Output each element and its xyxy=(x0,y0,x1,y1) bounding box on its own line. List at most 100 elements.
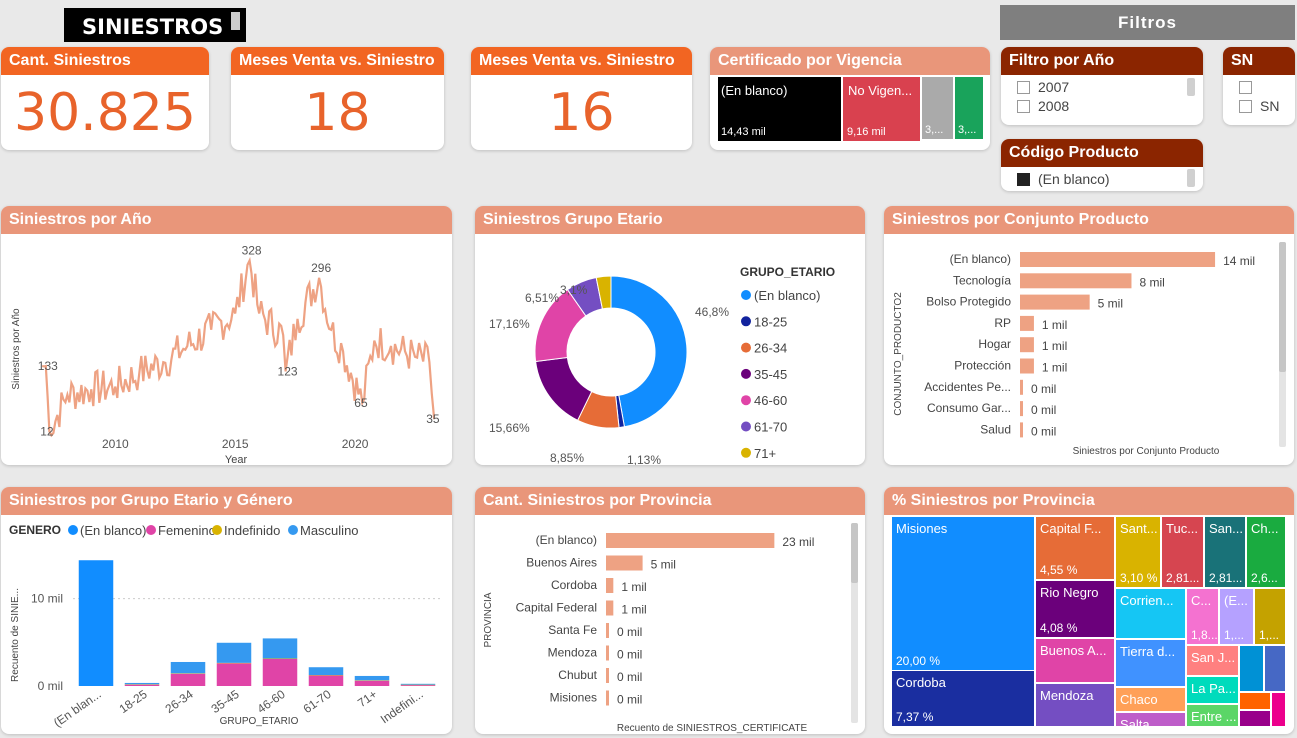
slicer-option[interactable]: (En blanco) xyxy=(1001,170,1203,189)
grupo-etario-chart[interactable]: 46,8% 1,13% 8,85% 15,66% 17,16% 6,51%3,1% GRUP… xyxy=(475,234,865,465)
category-label: Accidentes Pe... xyxy=(924,380,1011,394)
kpi-title: Meses Venta vs. Siniestro xyxy=(471,47,692,75)
treemap-tile[interactable] xyxy=(1240,646,1263,691)
slicer-scrollbar[interactable] xyxy=(1187,78,1195,96)
slicer-option[interactable]: 2007 xyxy=(1001,78,1203,97)
x-axis-label: Recuento de SINIESTROS_CERTIFICATE xyxy=(617,723,808,734)
bar xyxy=(1020,294,1090,310)
legend-label: 61-70 xyxy=(754,420,787,435)
provincia-chart[interactable]: (En blanco) 23 mil Buenos Aires 5 mil Cordob… xyxy=(475,515,865,734)
grupo-etario-genero-chart[interactable]: GENERO (En blanco) Femenino Indefinido Mascu… xyxy=(1,515,452,734)
title-cursor xyxy=(231,12,240,30)
siniestros-por-anio-card: Siniestros por Año 133 12 328 296 123 65 35 201… xyxy=(1,206,452,465)
kpi-value: 18 xyxy=(304,83,371,143)
certificado-tile[interactable]: 3,... xyxy=(922,77,953,139)
legend-label: 26-34 xyxy=(754,341,787,356)
bar-segment xyxy=(170,673,206,686)
tile-label: Sant... xyxy=(1120,521,1158,536)
value-label: 1 mil xyxy=(621,580,646,594)
tile-label: Tierra d... xyxy=(1120,644,1176,659)
treemap-tile[interactable]: Capital F... 4,55 % xyxy=(1036,517,1114,579)
treemap-tile[interactable]: Salta xyxy=(1116,713,1185,726)
slice-label: 17,16% xyxy=(489,317,530,331)
category-label: Bolso Protegido xyxy=(926,295,1011,309)
treemap-tile[interactable]: Misiones 20,00 % xyxy=(892,517,1034,670)
bar xyxy=(1020,358,1034,374)
slicer-option[interactable] xyxy=(1223,78,1295,97)
conjunto-producto-chart[interactable]: (En blanco) 14 mil Tecnología 8 mil Bolso Pr… xyxy=(884,234,1294,465)
legend-marker xyxy=(741,290,751,300)
treemap-tile[interactable]: Entre ... xyxy=(1187,705,1238,726)
tile-label: Cordoba xyxy=(896,675,946,690)
pct-provincia-treemap[interactable]: Misiones 20,00 % Cordoba 7,37 % Capital F...… xyxy=(884,515,1294,734)
treemap-tile[interactable]: Cordoba 7,37 % xyxy=(892,671,1034,726)
bar xyxy=(606,578,614,593)
legend-label: Femenino xyxy=(158,523,216,538)
treemap-tile[interactable]: Corrien... xyxy=(1116,589,1185,638)
bar-segment xyxy=(216,642,252,663)
bar-segment xyxy=(354,675,390,681)
filtro-anio-slicer: Filtro por Año 2007 2008 xyxy=(1001,47,1203,125)
treemap-tile[interactable] xyxy=(1240,693,1270,709)
legend-marker xyxy=(741,368,751,379)
certificado-tile[interactable]: No Vigen... 9,16 mil xyxy=(843,77,920,141)
treemap-tile[interactable]: (E... 1,... xyxy=(1220,589,1253,644)
treemap-tile[interactable]: Mendoza xyxy=(1036,684,1114,726)
treemap-tile[interactable] xyxy=(1272,693,1285,726)
treemap-tile[interactable]: 1,... xyxy=(1255,589,1285,644)
treemap-tile[interactable] xyxy=(1265,646,1285,691)
legend-label: Masculino xyxy=(300,523,359,538)
value-label: 1 mil xyxy=(1042,361,1067,375)
treemap-tile[interactable]: Chaco xyxy=(1116,688,1185,711)
tile-label: Mendoza xyxy=(1040,688,1094,703)
treemap-tile[interactable]: Rio Negro 4,08 % xyxy=(1036,581,1114,637)
donut-slice xyxy=(610,275,688,428)
slicer-option[interactable]: 2008 xyxy=(1001,97,1203,116)
siniestros-por-anio-chart[interactable]: 133 12 328 296 123 65 35 2010 2015 2020 Year Sinies… xyxy=(1,234,452,465)
provincia-card: Cant. Siniestros por Provincia (En blanc… xyxy=(475,487,865,734)
legend-title: GRUPO_ETARIO xyxy=(740,265,835,279)
treemap-tile[interactable]: Sant... 3,10 % xyxy=(1116,517,1160,587)
y-axis-label: Siniestros por Año xyxy=(11,308,22,390)
bar-segment xyxy=(400,683,436,685)
checkbox[interactable] xyxy=(1239,100,1252,113)
treemap-tile[interactable]: Tierra d... xyxy=(1116,640,1185,686)
certificado-tile[interactable]: 3,... xyxy=(955,77,983,139)
tile-label: La Pa... xyxy=(1191,681,1236,696)
bar xyxy=(606,690,609,706)
treemap-tile[interactable]: C... 1,8... xyxy=(1187,589,1218,644)
slicer-option[interactable]: SN xyxy=(1223,97,1295,116)
slicer-scrollbar[interactable] xyxy=(1187,169,1195,187)
treemap-tile[interactable] xyxy=(1240,711,1270,726)
legend-marker xyxy=(212,525,222,535)
value-label: 0 mil xyxy=(617,625,642,639)
y-axis-label: CONJUNTO_PRODUCTO2 xyxy=(893,292,904,416)
treemap-tile[interactable]: Buenos A... xyxy=(1036,639,1114,682)
checkbox[interactable] xyxy=(1017,81,1030,94)
x-tick-label: 61-70 xyxy=(301,687,334,716)
x-axis-label: Year xyxy=(225,454,248,465)
checkbox[interactable] xyxy=(1017,173,1030,186)
value-label: 5 mil xyxy=(1098,297,1123,311)
tile-label: Entre ... xyxy=(1191,709,1237,724)
checkbox[interactable] xyxy=(1017,100,1030,113)
slicer-title: Código Producto xyxy=(1001,139,1203,167)
x-tick-label: 2020 xyxy=(342,437,369,451)
certificado-tile[interactable]: (En blanco) 14,43 mil xyxy=(718,77,841,141)
slice-label: 46,8% xyxy=(695,305,729,319)
treemap-tile[interactable]: Tuc... 2,81... xyxy=(1162,517,1203,587)
treemap-tile[interactable]: San... 2,81... xyxy=(1205,517,1245,587)
legend-label: 46-60 xyxy=(754,393,787,408)
category-label: Protección xyxy=(954,359,1011,373)
legend-label: (En blanco) xyxy=(80,523,146,538)
treemap-tile[interactable]: San J... xyxy=(1187,646,1238,675)
kpi-card-cant-siniestros: Cant. Siniestros 30.825 xyxy=(1,47,209,150)
tile-label: Ch... xyxy=(1251,521,1279,536)
treemap-tile[interactable]: La Pa... xyxy=(1187,677,1238,703)
value-label: 23 mil xyxy=(782,535,814,549)
checkbox[interactable] xyxy=(1239,81,1252,94)
filtros-button[interactable]: Filtros xyxy=(1000,5,1295,40)
bar-segment xyxy=(124,682,160,685)
treemap-tile[interactable]: Ch... 2,6... xyxy=(1247,517,1285,587)
category-label: Chubut xyxy=(558,668,597,682)
